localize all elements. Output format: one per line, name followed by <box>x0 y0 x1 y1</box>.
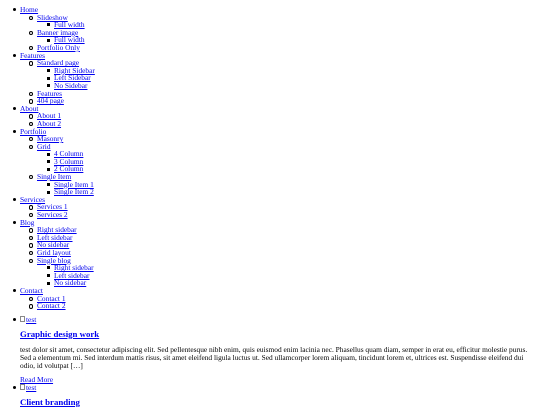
nav-item-right-sidebar: Right sidebar <box>37 264 540 272</box>
portfolio-thumbnail-link[interactable]: test <box>20 316 36 324</box>
nav-submenu: About 1 About 2 <box>20 112 540 127</box>
nav-item-features: Features Standard page Right Sidebar Left S… <box>0 51 540 105</box>
nav-item-left-sidebar: Left sidebar <box>20 234 540 242</box>
portfolio-thumbnail-link[interactable]: test <box>20 384 36 392</box>
nav-submenu: Contact 1 Contact 2 <box>20 294 540 310</box>
nav-item-blog: Blog Right sidebar Left sidebar No sidebar G… <box>0 218 540 287</box>
nav-item-grid-layout: Grid layout <box>20 249 540 257</box>
nav-submenu: 4 Column 3 Column 2 Column <box>37 150 540 173</box>
nav-item-no-sidebar: No sidebar <box>20 241 540 249</box>
nav-item-2-column: 2 Column <box>37 165 540 173</box>
broken-image-icon <box>20 383 25 390</box>
nav-item-right-sidebar: Right sidebar <box>20 226 540 234</box>
nav-item-no-sidebar: No Sidebar <box>37 82 540 90</box>
portfolio-items: test Graphic design work test dolor sit am… <box>0 316 540 408</box>
portfolio-list: test Graphic design work test dolor sit am… <box>0 316 540 413</box>
nav-item-masonry: Masonry <box>20 135 540 143</box>
portfolio-item-title: Graphic design work <box>20 329 540 340</box>
nav-submenu: Services 1 Services 2 <box>20 203 540 218</box>
portfolio-item-excerpt: test dolor sit amet, consectetur adipisc… <box>20 344 528 370</box>
nav-item-right-sidebar: Right Sidebar <box>37 66 540 75</box>
nav-item-404-page: 404 page <box>20 97 540 105</box>
portfolio-item: test Client branding <box>0 384 540 408</box>
nav-item-contact-2: Contact 2 <box>20 302 540 310</box>
nav-item-about-2: About 2 <box>20 120 540 128</box>
nav-item-portfolio: Portfolio Masonry Grid 4 Column 3 Column 2 Co… <box>0 127 540 196</box>
nav-submenu: Right sidebar Left sidebar No sidebar Grid … <box>20 226 540 287</box>
nav-item-3-column: 3 Column <box>37 158 540 166</box>
nav-submenu: Full width <box>37 21 540 29</box>
nav-item-no-sidebar: No sidebar <box>37 279 540 287</box>
nav-item-services-1: Services 1 <box>20 203 540 211</box>
nav-item-single-item-1: Single Item 1 <box>37 180 540 189</box>
portfolio-item: test Graphic design work test dolor sit am… <box>0 316 540 384</box>
nav-item-portfolio-only: Portfolio Only <box>20 44 540 52</box>
nav-item-single-item-2: Single Item 2 <box>37 188 540 196</box>
nav-item-full-width: Full width <box>37 21 540 29</box>
nav-item-slideshow: Slideshow Full width <box>20 13 540 29</box>
nav-submenu: Slideshow Full width Banner image Full widt… <box>20 13 540 52</box>
image-alt-text: test <box>26 382 37 392</box>
portfolio-item-title: Client branding <box>20 397 540 408</box>
nav-item-left-sidebar: Left sidebar <box>37 271 540 280</box>
nav-submenu: Full width <box>37 36 540 44</box>
read-more-link[interactable]: Read More <box>20 376 540 384</box>
nav-item-services: Services Services 1 Services 2 <box>0 196 540 219</box>
nav-item-full-width: Full width <box>37 36 540 44</box>
nav-submenu: Single Item 1 Single Item 2 <box>37 180 540 196</box>
nav-item-about: About About 1 About 2 <box>0 104 540 128</box>
nav-submenu: Standard page Right Sidebar Left Sidebar No… <box>20 59 540 105</box>
nav-item-about-1: About 1 <box>20 112 540 120</box>
nav-submenu: Right sidebar Left sidebar No sidebar <box>37 264 540 287</box>
nav-item-grid: Grid 4 Column 3 Column 2 Column <box>20 142 540 173</box>
nav-link-contact-2[interactable]: Contact 2 <box>37 301 66 310</box>
nav-item-banner-image: Banner image Full width <box>20 28 540 44</box>
nav-item-single-item: Single Item Single Item 1 Single Item 2 <box>20 173 540 196</box>
main-navigation: Home Slideshow Full width Banner image Full … <box>0 6 540 310</box>
broken-image-icon <box>20 316 25 322</box>
nav-item-features: Features <box>20 89 540 98</box>
nav-item-contact-1: Contact 1 <box>20 294 540 303</box>
nav-item-left-sidebar: Left Sidebar <box>37 74 540 82</box>
nav-item-4-column: 4 Column <box>37 150 540 158</box>
nav-submenu: Right Sidebar Left Sidebar No Sidebar <box>37 66 540 90</box>
nav-item-standard-page: Standard page Right Sidebar Left Sidebar No… <box>20 59 540 89</box>
portfolio-item-title-link[interactable]: Client branding <box>20 397 80 407</box>
nav-item-home: Home Slideshow Full width Banner image Full … <box>0 6 540 52</box>
image-alt-text: test <box>26 315 37 324</box>
nav-item-contact: Contact Contact 1 Contact 2 <box>0 287 540 310</box>
nav-item-services-2: Services 2 <box>20 211 540 219</box>
portfolio-item-title-link[interactable]: Graphic design work <box>20 329 99 339</box>
nav-menu: Home Slideshow Full width Banner image Full … <box>0 6 540 310</box>
nav-submenu: Masonry Grid 4 Column 3 Column 2 Column Singl… <box>20 135 540 196</box>
nav-item-single-blog: Single blog Right sidebar Left sidebar No s… <box>20 256 540 287</box>
